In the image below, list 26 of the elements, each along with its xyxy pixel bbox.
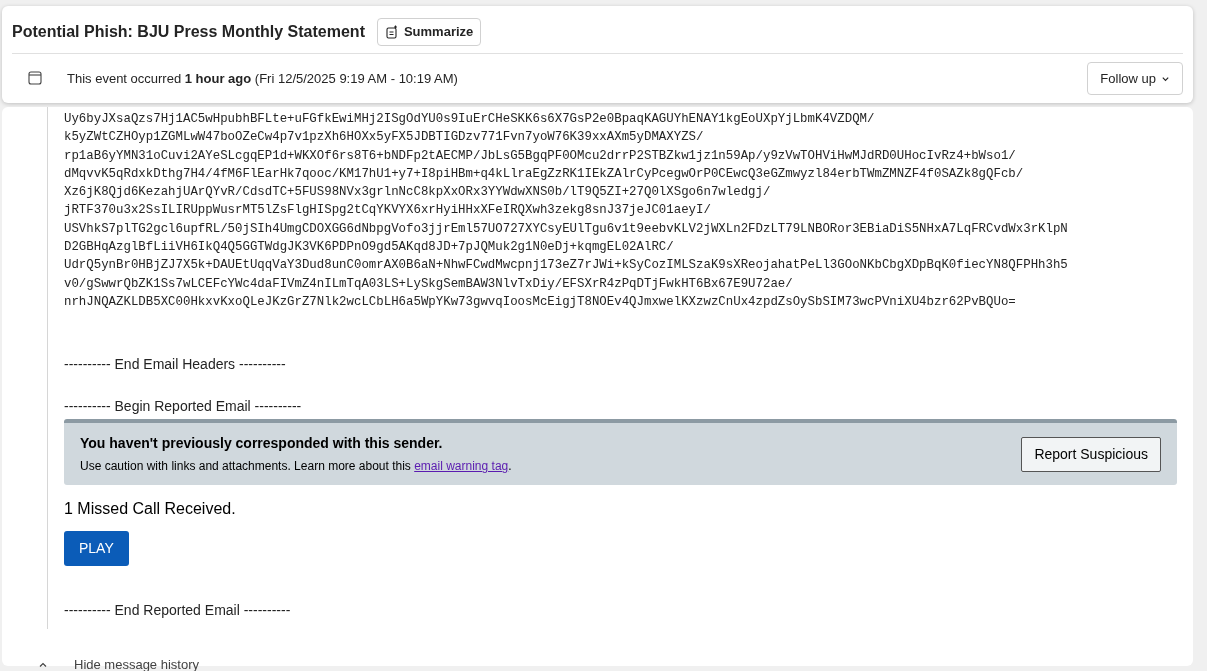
message-text: 1 Missed Call Received.: [64, 499, 237, 520]
play-button[interactable]: PLAY: [64, 531, 129, 567]
header-line: v0/gSwwrQbZK1Ss7wLCEFcYWc4daFIVmZ4nILmTqA03LS+LySkgSemBAW3NlvTxDiy/EFSXrR4zPqDTjFwkHT6Bx67E9U72ae/: [64, 275, 794, 293]
end-email-marker: ---------- End Reported Email ----------: [64, 601, 292, 621]
follow-up-button[interactable]: Follow up: [1087, 61, 1183, 95]
event-time-text: This event occurred 1 hour ago (Fri 12/5/2025 9:19 AM - 10:19 AM): [67, 69, 458, 88]
warning-title: You haven't previously corresponded with this sender.: [80, 434, 444, 454]
report-suspicious-button[interactable]: Report Suspicious: [1021, 436, 1161, 472]
header-line: Uy6byJXsaQzs7Hj1AC5wHpubhBFLte+uFGfkEwiMHj2ISgOdYU0s9IuErCHeSKK6s6X7GsP2e0BpaqKAGUYhENAY1kgEoUXpYjLbmK4VZDQM/: [64, 111, 876, 128]
header-line: jRTF370u3x2SsILIRUppWusrMT5lZsFlgHISpg2tCqYKVYX6xrHyiHHxXFeIRQXwh3zekg8snJ37jeJC01aeyI/: [64, 202, 712, 220]
header-line: rp1aB6yYMN31oCuvi2AYeSLcgqEP1d+WKXOf6rs8T6+bNDFp2tAECMP/JbLsG5BgqPF0OMcu2drrP2STBZkw1jz1n59Ap/y9zVwTOHViHwMJdRD0UHocIvRz4+bWso1/: [64, 147, 1017, 165]
calendar-icon: [27, 70, 43, 87]
summarize-button[interactable]: Summarize: [376, 18, 482, 46]
header-line: UdrQ5ynBr0HBjZJ7X5k+DAUEtUqqVaY3Dud8unC0omrAX0B6aN+NhwFCwdMwcpnj173eZ7rJWi+kSyCozIMLSzaK9sXReojahatPeLl3GOoNKbCbgXDpBqK0fiecYN8QFPHh3h5: [64, 257, 1069, 275]
header-line: USVhkS7plTG2gcl6upfRL/50jSIh4UmgCDOXGG6dNbpgVofo3jjrEml57UO727XYCsyEUlTgu6v1t9eebvKLV2jWXLn2FDzLT79LNBORor3EBiaDiS5NHxA7LqFRCvdWx3rKlpN: [64, 220, 1069, 238]
header-line: dMqvvK5qRdxkDthg7H4/4fM6FlEarHk7qooc/KM17hU1+y7+I8piHBm+q4kLlraEgZzRK1IEkZAlrCyPcegwOrP0CEwcQ3eGZmwyzl84erbTWmZMNZF4f0SAZk8gQFcb/: [64, 165, 1025, 183]
begin-email-marker: ---------- Begin Reported Email ----------: [64, 397, 303, 417]
header-line: k5yZWtCZHOyp1ZGMLwW47boOZeCw4p7v1pzXh6HOXx5yFX5JDBTIGDzv771Fvn7yoW76K39xxAXm5yDMAXYZS/: [64, 129, 705, 147]
header-line: Xz6jK8Qjd6KezahjUArQYvR/CdsdTC+5FUS98NVx3grlnNcC8kpXxORx3YYWdwXNS0b/lT9Q5ZI+27Q0lXSgo6n7wledgj/: [64, 184, 772, 202]
header-line: nrhJNQAZKLDB5XC00HkxvKxoQLeJKzGrZ7Nlk2wcLCbLH6a5WpYKw73gwvqIoosMcEigjT8NOEv4QJmxwelKXzwzCnUx4zpdZsOySbSIM73wcPVniXU4bzr62PvBQUo=: [64, 293, 1017, 311]
end-headers-marker: ---------- End Email Headers ----------: [64, 355, 287, 375]
warning-text: Use caution with links and attachments. Learn more about this email warning tag.: [80, 458, 512, 476]
header-line: D2GBHqAzglBfLiiVH6IkQ4Q5GGTWdgJK3VK6PDPnO9gd5AKqd8JD+7pJQMuk2g1N0eDj+kqmgEL02AlRC/: [64, 239, 675, 257]
sparkle-list-icon: [384, 24, 399, 39]
chevron-up-icon: [38, 660, 48, 670]
message-title: Potential Phish: BJU Press Monthly Statement: [12, 21, 365, 42]
